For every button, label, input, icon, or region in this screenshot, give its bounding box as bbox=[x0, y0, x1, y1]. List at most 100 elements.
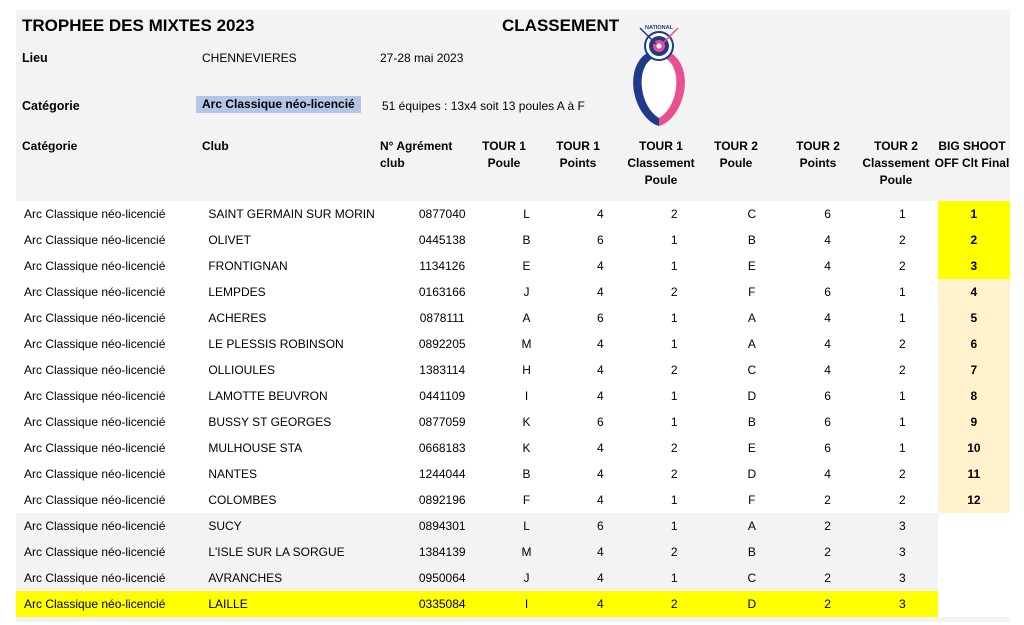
cell-categorie: Arc Classique néo-licencié bbox=[16, 279, 201, 305]
cell-tour1-points: 6 bbox=[567, 409, 633, 435]
col-header-tour1-classement: TOUR 1 Classement Poule bbox=[616, 138, 706, 189]
cell-tour1-classement: 2 bbox=[632, 357, 716, 383]
cell-tour2-poule: C bbox=[715, 201, 789, 227]
cell-tour2-points: 4 bbox=[788, 357, 867, 383]
cell-agrement: 0445138 bbox=[399, 227, 486, 253]
cell-tour2-points: 4 bbox=[788, 305, 867, 331]
cell-tour2-poule: A bbox=[715, 513, 789, 539]
cell-tour1-classement: 2 bbox=[632, 201, 716, 227]
col-header-line: TOUR 1 bbox=[482, 139, 526, 153]
col-header-final: BIG SHOOT OFF Clt Final bbox=[934, 138, 1010, 172]
cell-tour1-classement: 1 bbox=[632, 305, 716, 331]
cell-agrement: 1244044 bbox=[399, 461, 486, 487]
cell-final-rank bbox=[937, 513, 1010, 539]
cell-tour1-classement: 1 bbox=[632, 409, 716, 435]
logo-icon: NATIONAL bbox=[620, 20, 698, 130]
col-header-tour1-points: TOUR 1 Points bbox=[548, 138, 608, 172]
cell-tour1-poule: M bbox=[485, 331, 568, 357]
cell-tour1-points: 4 bbox=[567, 279, 633, 305]
cell-agrement: 0441109 bbox=[399, 383, 486, 409]
col-header-club: Club bbox=[202, 138, 382, 155]
cell-tour1-points: 6 bbox=[567, 513, 633, 539]
col-header-line: N° Agrément bbox=[380, 139, 453, 153]
col-header-line: TOUR 2 bbox=[796, 139, 840, 153]
cell-final-rank: 9 bbox=[937, 409, 1010, 435]
cell-categorie: Arc Classique néo-licencié bbox=[16, 331, 201, 357]
cell-categorie: Arc Classique néo-licencié bbox=[16, 487, 201, 513]
cell-agrement: 1383114 bbox=[399, 357, 486, 383]
cell-tour1-classement: 2 bbox=[632, 591, 716, 617]
cell-agrement: 0894301 bbox=[399, 513, 486, 539]
col-header-tour1-poule: TOUR 1 Poule bbox=[474, 138, 534, 172]
cell-club: LEMPDES bbox=[200, 279, 400, 305]
cell-tour1-classement: 1 bbox=[632, 227, 716, 253]
cell-final-rank: 12 bbox=[937, 487, 1010, 513]
cell-categorie: Arc Classique néo-licencié bbox=[16, 435, 201, 461]
cell-tour2-classement: 1 bbox=[866, 383, 938, 409]
cell-tour1-classement: 1 bbox=[632, 487, 716, 513]
categorie-value: Arc Classique néo-licencié bbox=[196, 96, 361, 113]
cell-agrement: 0892196 bbox=[399, 487, 486, 513]
cell-tour1-poule: J bbox=[485, 279, 568, 305]
cell-club: SUCY bbox=[200, 513, 400, 539]
sheet-title: TROPHEE DES MIXTES 2023 bbox=[22, 16, 255, 35]
col-header-line: BIG SHOOT bbox=[938, 139, 1006, 153]
cell-tour1-points: 4 bbox=[567, 435, 633, 461]
cell-categorie: Arc Classique néo-licencié bbox=[16, 201, 201, 227]
cell-agrement: 0878111 bbox=[399, 305, 486, 331]
classement-heading: CLASSEMENT bbox=[502, 16, 620, 35]
cell-tour1-poule: A bbox=[485, 305, 568, 331]
cell-tour2-points: 2 bbox=[788, 513, 867, 539]
cell-categorie: Arc Classique néo-licencié bbox=[16, 305, 201, 331]
cell-tour2-poule: D bbox=[715, 461, 789, 487]
cell-tour1-poule: F bbox=[485, 487, 568, 513]
cell-tour1-classement: 2 bbox=[632, 279, 716, 305]
col-header-tour2-points: TOUR 2 Points bbox=[788, 138, 848, 172]
table-row: Arc Classique néo-licencié L'ISLE SUR LA … bbox=[16, 539, 1010, 565]
logo-text: NATIONAL bbox=[645, 25, 674, 31]
cell-tour2-poule: F bbox=[715, 279, 789, 305]
cell-tour2-points: 6 bbox=[788, 383, 867, 409]
cell-final-rank: 4 bbox=[937, 279, 1010, 305]
cell-club: LAILLE bbox=[200, 591, 400, 617]
cell-categorie: Arc Classique néo-licencié bbox=[16, 565, 201, 591]
cell-tour1-points: 4 bbox=[567, 539, 633, 565]
cell-tour1-points: 4 bbox=[567, 253, 633, 279]
cell-tour2-classement: 3 bbox=[866, 539, 938, 565]
cell-tour2-poule: E bbox=[715, 253, 789, 279]
cell-club: COLOMBES bbox=[200, 487, 400, 513]
cell-tour2-classement: 2 bbox=[866, 253, 938, 279]
cell-tour2-poule: B bbox=[715, 409, 789, 435]
col-header-categorie: Catégorie bbox=[22, 138, 192, 155]
col-header-line: OFF Clt Final bbox=[934, 156, 1010, 170]
cell-club: FRONTIGNAN bbox=[200, 253, 400, 279]
col-header-line: TOUR 1 bbox=[639, 139, 683, 153]
results-table: Arc Classique néo-licencié SAINT GERMAIN … bbox=[16, 201, 1010, 617]
cell-tour1-points: 4 bbox=[567, 591, 633, 617]
cell-club: L'ISLE SUR LA SORGUE bbox=[200, 539, 400, 565]
table-row: Arc Classique néo-licencié MULHOUSE STA 06… bbox=[16, 435, 1010, 461]
cell-club: BUSSY ST GEORGES bbox=[200, 409, 400, 435]
table-row: Arc Classique néo-licencié OLIVET 0445138 B… bbox=[16, 227, 1010, 253]
cell-final-rank bbox=[937, 591, 1010, 617]
col-header-line: Poule bbox=[487, 156, 521, 170]
cell-tour2-classement: 2 bbox=[866, 487, 938, 513]
cell-agrement: 0163166 bbox=[399, 279, 486, 305]
cell-categorie: Arc Classique néo-licencié bbox=[16, 539, 201, 565]
cell-club: ACHERES bbox=[200, 305, 400, 331]
cell-categorie: Arc Classique néo-licencié bbox=[16, 383, 201, 409]
cell-tour1-poule: K bbox=[485, 435, 568, 461]
table-row: Arc Classique néo-licencié LAILLE 0335084 I… bbox=[16, 591, 1010, 617]
results-sheet: TROPHEE DES MIXTES 2023 CLASSEMENT Lieu … bbox=[16, 10, 1010, 622]
cell-final-rank: 1 bbox=[937, 201, 1010, 227]
cell-club: OLLIOULES bbox=[200, 357, 400, 383]
cell-tour1-classement: 2 bbox=[632, 461, 716, 487]
cell-final-rank: 8 bbox=[937, 383, 1010, 409]
cell-tour2-poule: F bbox=[715, 487, 789, 513]
cell-tour2-points: 6 bbox=[788, 201, 867, 227]
cell-final-rank bbox=[937, 539, 1010, 565]
table-row: Arc Classique néo-licencié BUSSY ST GEORG… bbox=[16, 409, 1010, 435]
cell-tour1-poule: B bbox=[485, 227, 568, 253]
col-header-line: TOUR 2 bbox=[874, 139, 918, 153]
cell-tour2-poule: C bbox=[715, 565, 789, 591]
